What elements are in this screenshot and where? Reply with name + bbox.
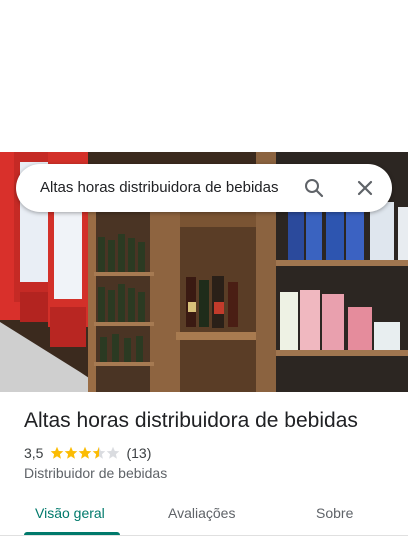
star-icons [51,446,120,459]
map-area [0,0,408,152]
tabs-divider [0,535,408,536]
tab-overview[interactable]: Visão geral [35,505,105,521]
tab-about[interactable]: Sobre [316,505,353,521]
close-icon[interactable] [353,176,377,200]
tab-reviews[interactable]: Avaliações [168,505,235,521]
search-input[interactable]: Altas horas distribuidora de bebidas [40,164,288,212]
review-count[interactable]: (13) [126,445,151,461]
rating-value: 3,5 [24,445,44,461]
place-title: Altas horas distribuidora de bebidas [24,409,358,432]
rating-row[interactable]: 3,5 (13) [24,444,151,462]
place-category: Distribuidor de bebidas [24,465,168,481]
search-icon[interactable] [302,176,326,200]
search-bar[interactable]: Altas horas distribuidora de bebidas [16,164,392,212]
star-rating [50,446,120,460]
